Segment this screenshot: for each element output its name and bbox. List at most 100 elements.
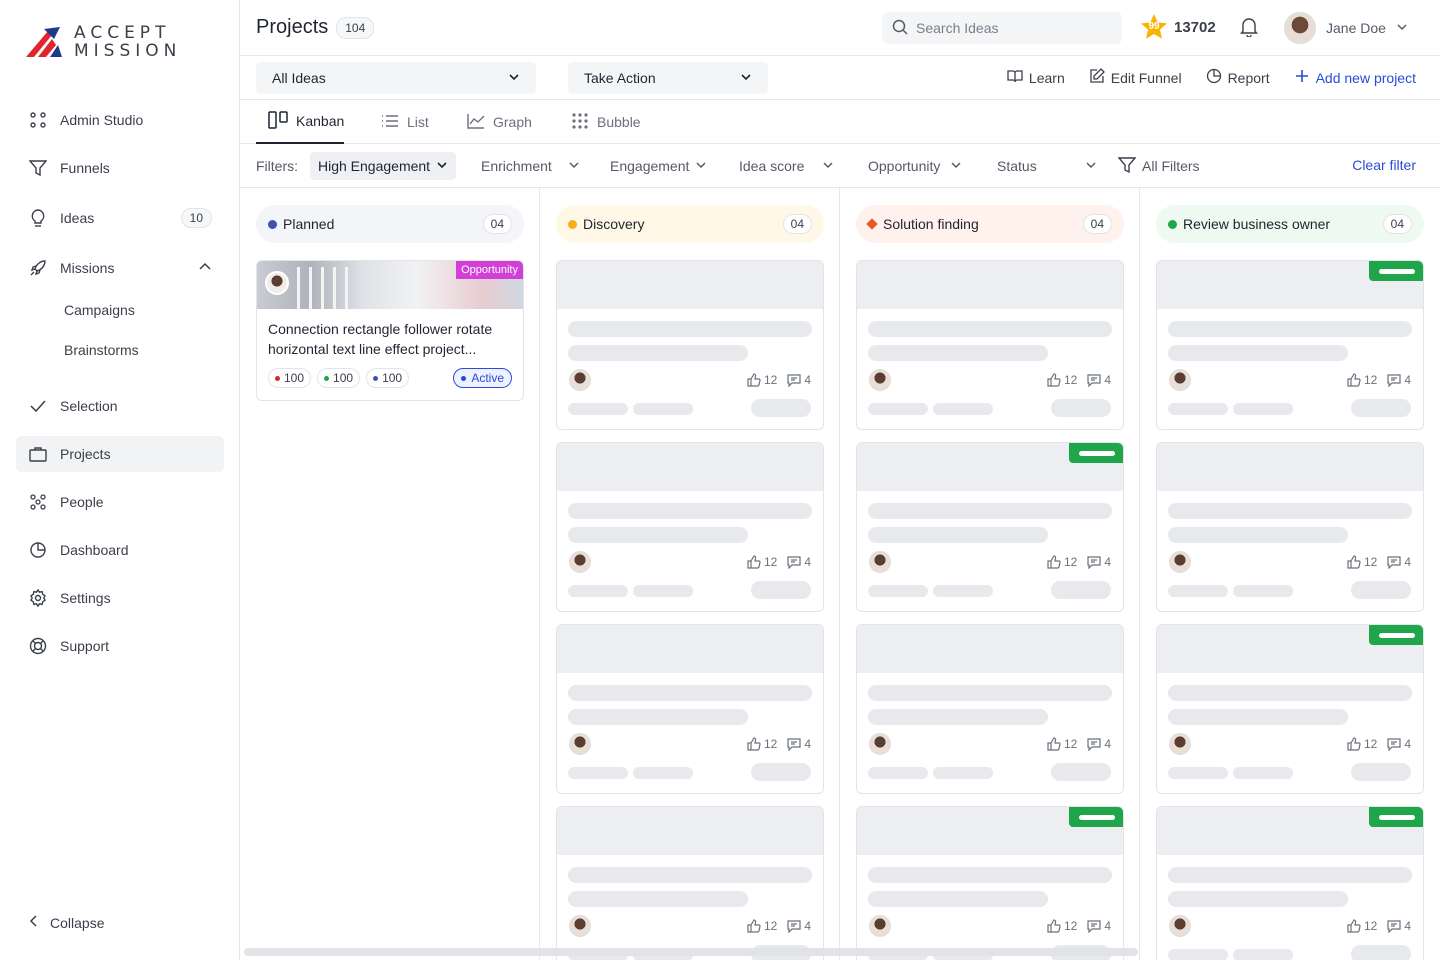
likes-stat[interactable]: 12 [1347,373,1377,387]
star-badge-value: 99 [1148,21,1160,32]
comments-stat[interactable]: 4 [1387,373,1411,387]
comments-stat[interactable]: 4 [1387,737,1411,751]
lifebuoy-icon [28,636,48,656]
collapse-sidebar-button[interactable]: Collapse [28,914,104,931]
likes-stat[interactable]: 12 [747,555,777,569]
comments-stat[interactable]: 4 [787,555,811,569]
card-cover-placeholder [857,443,1123,491]
filter-opportunity[interactable]: Opportunity [868,152,962,180]
filter-enrichment[interactable]: Enrichment [481,152,580,180]
all-filters-button[interactable]: All Filters [1117,152,1200,180]
report-button[interactable]: Report [1206,68,1270,87]
sidebar-subitem-campaigns[interactable]: Campaigns [16,290,224,330]
sidebar-item-people[interactable]: People [16,484,224,520]
placeholder-card[interactable]: 12 4 [856,806,1124,960]
sidebar-item-ideas[interactable]: Ideas 10 [16,200,224,236]
project-card[interactable]: Opportunity Connection rectangle followe… [256,260,524,401]
card-cover-placeholder [557,443,823,491]
sidebar-item-selection[interactable]: Selection [16,388,224,424]
take-action-select[interactable]: Take Action [568,62,768,94]
user-menu[interactable]: Jane Doe [1284,12,1408,44]
search-box[interactable] [882,12,1122,44]
edit-funnel-button[interactable]: Edit Funnel [1089,68,1182,87]
placeholder-card[interactable]: 12 4 [1156,442,1424,612]
sidebar-item-dashboard[interactable]: Dashboard [16,532,224,568]
placeholder-card[interactable]: 12 4 [1156,624,1424,794]
likes-stat[interactable]: 12 [1047,919,1077,933]
horizontal-scrollbar[interactable] [244,948,1138,956]
placeholder-card[interactable]: 12 4 [556,442,824,612]
filter-idea-score[interactable]: Idea score [739,152,834,180]
likes-stat[interactable]: 12 [747,373,777,387]
likes-stat[interactable]: 12 [1047,373,1077,387]
comments-stat[interactable]: 4 [1087,555,1111,569]
placeholder-card[interactable]: 12 4 [856,624,1124,794]
likes-stat[interactable]: 12 [1347,919,1377,933]
placeholder-card[interactable]: 12 4 [556,806,824,960]
card-cover-placeholder [857,807,1123,855]
card-stats: 12 4 [1047,373,1111,387]
sidebar-item-settings[interactable]: Settings [16,580,224,616]
comments-stat[interactable]: 4 [787,373,811,387]
project-title: Connection rectangle follower rotate hor… [268,321,493,357]
comments-stat[interactable]: 4 [1087,919,1111,933]
metric-pills: 100 100 100 [268,368,410,388]
filter-engagement[interactable]: Engagement [610,152,707,180]
likes-stat[interactable]: 12 [1047,555,1077,569]
chevron-up-icon[interactable] [198,260,212,277]
sidebar-item-projects[interactable]: Projects [16,436,224,472]
comments-stat[interactable]: 4 [787,919,811,933]
column-header[interactable]: Discovery 04 [556,205,824,243]
comments-stat[interactable]: 4 [1387,919,1411,933]
placeholder-card[interactable]: 12 4 [1156,806,1424,960]
title-line-skeleton [1168,321,1412,337]
comments-stat[interactable]: 4 [1087,373,1111,387]
meta-skeleton [1233,403,1293,415]
likes-stat[interactable]: 12 [1347,555,1377,569]
likes-stat[interactable]: 12 [747,737,777,751]
placeholder-card[interactable]: 12 4 [856,442,1124,612]
approved-tag [1369,807,1423,827]
placeholder-card[interactable]: 12 4 [556,260,824,430]
filter-funnel-icon [1117,156,1137,177]
sidebar-subitem-brainstorms[interactable]: Brainstorms [16,330,224,370]
meta-skeleton [868,767,928,779]
meta-skeleton [568,767,628,779]
learn-button[interactable]: Learn [1007,68,1065,87]
comments-stat[interactable]: 4 [1087,737,1111,751]
likes-stat[interactable]: 12 [1047,737,1077,751]
add-new-project-button[interactable]: Add new project [1294,68,1416,87]
ideas-filter-select[interactable]: All Ideas [256,62,536,94]
filter-status[interactable]: Status [997,152,1097,180]
thumbs-up-icon [747,919,761,933]
column-header[interactable]: Solution finding 04 [856,205,1124,243]
clear-filter-link[interactable]: Clear filter [1352,157,1416,173]
placeholder-card[interactable]: 12 4 [856,260,1124,430]
sidebar-item-funnels[interactable]: Funnels [16,150,224,186]
tab-list[interactable]: List [381,100,429,144]
title-line-skeleton [1168,685,1412,701]
likes-count: 12 [763,737,778,751]
tab-kanban[interactable]: Kanban [256,100,344,144]
placeholder-card[interactable]: 12 4 [1156,260,1424,430]
column-header[interactable]: Planned 04 [256,205,524,243]
column-header[interactable]: Review business owner 04 [1156,205,1424,243]
comments-stat[interactable]: 4 [1387,555,1411,569]
tab-bubble[interactable]: Bubble [571,100,641,144]
likes-stat[interactable]: 12 [1347,737,1377,751]
sidebar-item-support[interactable]: Support [16,628,224,664]
filter-chip-high-engagement[interactable]: High Engagement [310,152,457,180]
placeholder-card[interactable]: 12 4 [556,624,824,794]
notifications-bell-icon[interactable] [1240,17,1258,40]
chevron-down-icon [1085,158,1097,174]
brand-logo[interactable]: ACCEPT MISSION [24,24,181,60]
comments-stat[interactable]: 4 [787,737,811,751]
page-title: Projects [256,16,329,38]
points-display[interactable]: 99 13702 [1140,13,1216,41]
sidebar-item-admin-studio[interactable]: Admin Studio [16,102,224,138]
search-input[interactable] [916,20,1106,36]
likes-stat[interactable]: 12 [747,919,777,933]
sidebar-item-missions[interactable]: Missions [16,250,224,286]
tab-graph[interactable]: Graph [467,100,532,144]
rocket-icon [28,258,48,278]
